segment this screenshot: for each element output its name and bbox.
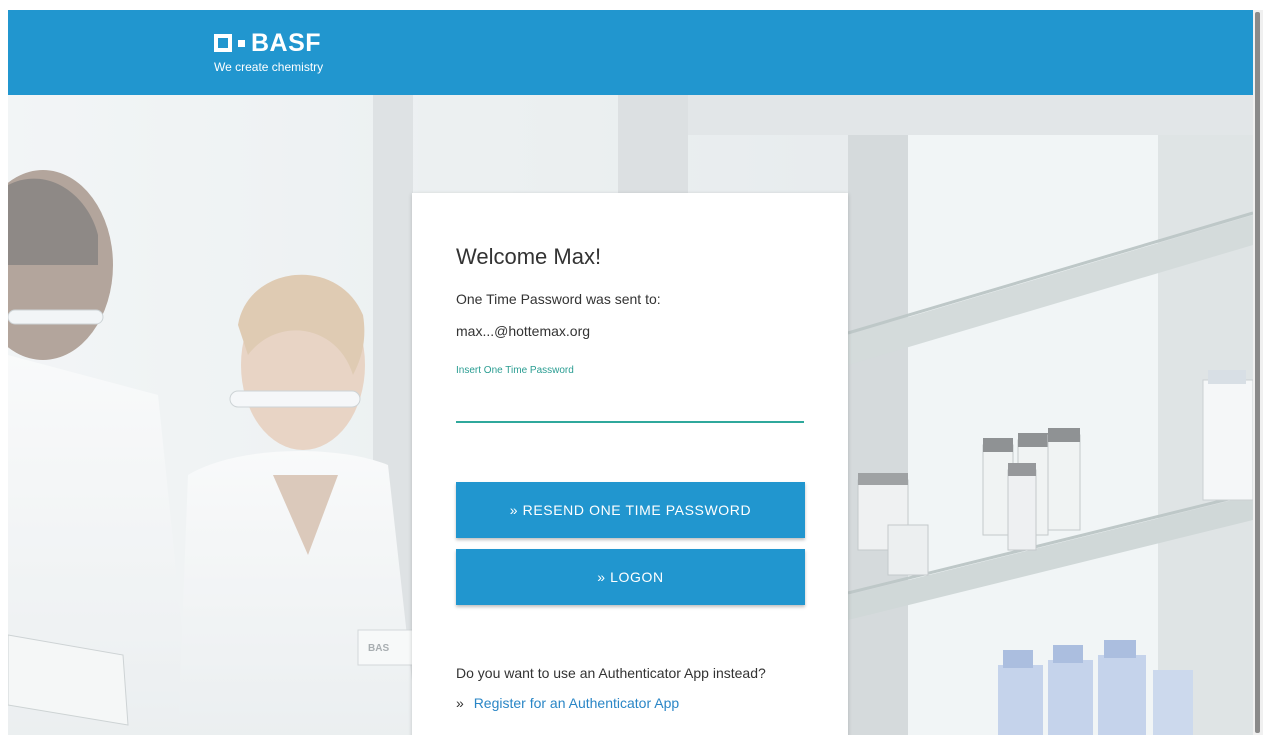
logon-button[interactable]: » LOGON (456, 549, 805, 605)
basf-logo[interactable]: BASF We create chemistry (214, 31, 323, 74)
scrollbar-thumb[interactable] (1255, 12, 1260, 733)
resend-otp-button[interactable]: » RESEND ONE TIME PASSWORD (456, 482, 805, 538)
logo-dot-icon (238, 39, 245, 47)
site-header: BASF We create chemistry (8, 10, 1253, 95)
otp-field-label: Insert One Time Password (456, 365, 574, 376)
otp-sent-to-label: One Time Password was sent to: (456, 291, 661, 307)
register-authenticator-link[interactable]: Register for an Authenticator App (474, 695, 679, 711)
otp-login-card: Welcome Max! One Time Password was sent … (412, 193, 848, 735)
logo-mark: BASF (214, 29, 323, 57)
browser-viewport: BASF We create chemistry BAS Welcome Max… (8, 10, 1253, 735)
otp-input[interactable] (456, 383, 804, 423)
link-chevron-icon: » (456, 695, 464, 711)
masked-email: max...@hottemax.org (456, 323, 591, 339)
logo-tagline: We create chemistry (214, 60, 324, 74)
logo-square-icon (214, 34, 232, 52)
welcome-title: Welcome Max! (456, 244, 602, 269)
authenticator-link-row: » Register for an Authenticator App (456, 695, 679, 711)
vertical-scrollbar[interactable] (1253, 10, 1263, 735)
logo-brand-text: BASF (251, 29, 322, 57)
authenticator-question: Do you want to use an Authenticator App … (456, 665, 766, 681)
